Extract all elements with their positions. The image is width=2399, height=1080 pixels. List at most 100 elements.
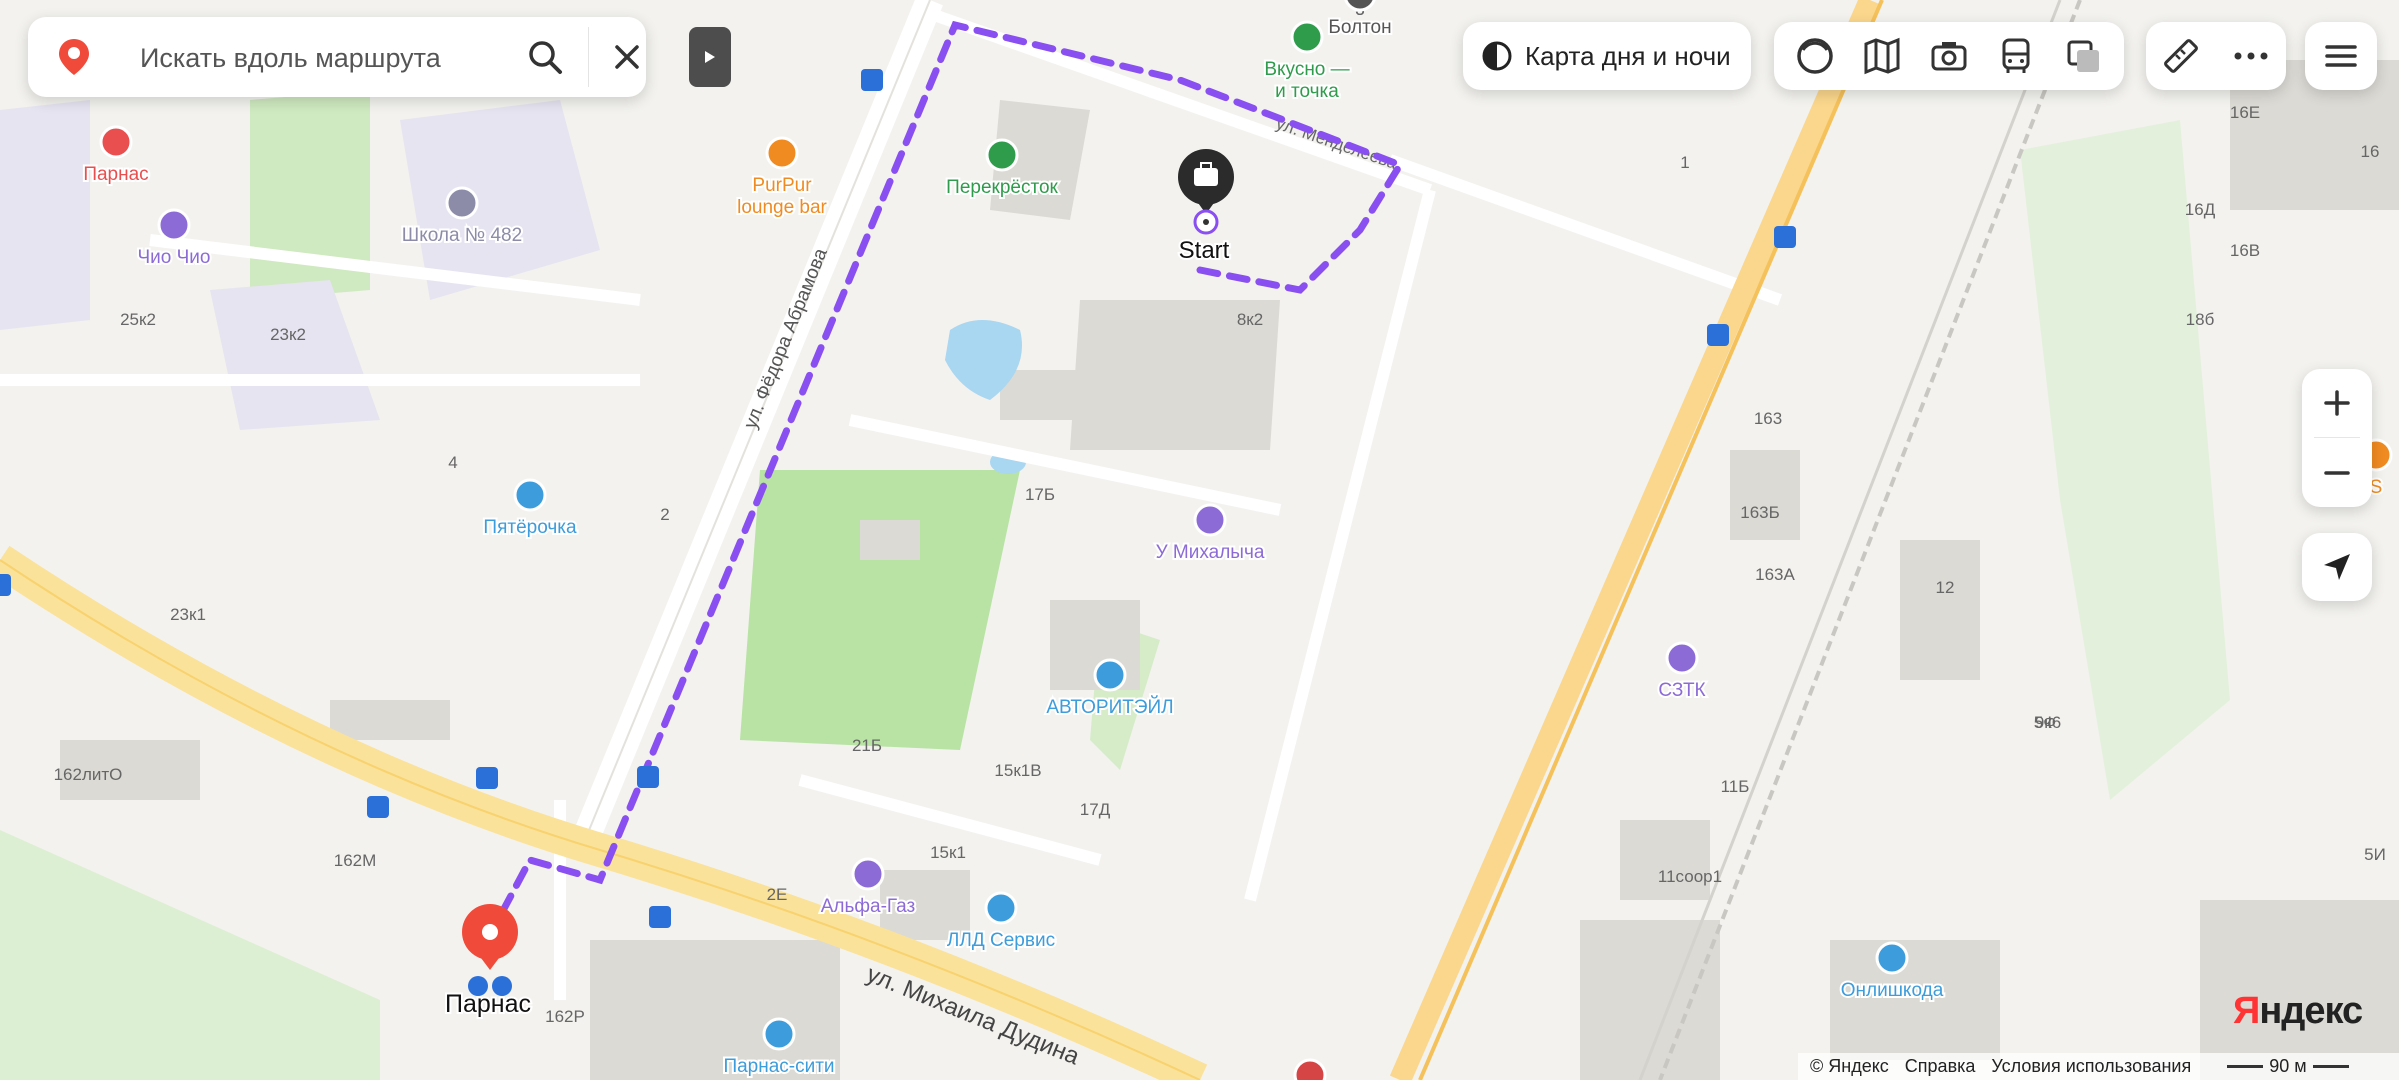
traffic-button[interactable] (1854, 28, 1910, 84)
panorama-button[interactable] (1787, 28, 1843, 84)
poi-label: Альфа-Газ (821, 896, 915, 917)
panorama-icon (1797, 38, 1834, 74)
poi-label: Болтон (1328, 17, 1391, 38)
more-icon (2234, 52, 2268, 60)
zoom-in-button[interactable] (2302, 369, 2372, 437)
minus-icon (2324, 471, 2350, 475)
house-number: 23к1 (170, 605, 206, 624)
house-number: 21Б (852, 736, 882, 755)
bus-stop-icon[interactable] (1774, 226, 1796, 248)
house-number: 163А (1755, 565, 1795, 584)
contrast-icon (1482, 41, 1512, 71)
poi-label: СЗТК (1658, 680, 1705, 701)
toggle-panel-button[interactable] (689, 27, 731, 87)
terms-link[interactable]: Условия использования (1991, 1056, 2191, 1077)
day-night-label: Карта дня и ночи (1525, 40, 1731, 71)
transit-button[interactable] (1988, 28, 2044, 84)
poi-label: Школа № 482 (402, 225, 522, 246)
zoom-out-button[interactable] (2302, 439, 2372, 507)
bus-stop-icon[interactable] (637, 766, 659, 788)
house-number: 16Д (2185, 200, 2216, 219)
end-label: Парнас (445, 990, 531, 1018)
house-number: 2 (660, 505, 669, 524)
poi-label: ЛЛД Сервис (947, 930, 1055, 951)
route-search-input[interactable] (138, 35, 502, 81)
house-number: 5И (2364, 845, 2386, 864)
house-number: 12 (1936, 578, 1955, 597)
poi-label: Перекрёсток (946, 177, 1058, 198)
yandex-logo[interactable]: Яндекс (2233, 990, 2363, 1033)
bus-stop-icon[interactable] (367, 796, 389, 818)
copyright-link[interactable]: © Яндекс (1810, 1056, 1889, 1077)
house-number: 25к2 (120, 310, 156, 329)
house-number: 2Е (767, 885, 788, 904)
start-label: Start (1179, 237, 1230, 264)
camera-button[interactable] (1921, 28, 1977, 84)
traffic-icon (1864, 37, 1900, 75)
poi-label: У Михалыча (1156, 542, 1265, 563)
map-canvas[interactable]: ул. Фёдора Абрамова ул. Михаила Дудина у… (0, 0, 2399, 1080)
poi-label: Вкусно — (1264, 59, 1349, 80)
poi-label: Онлишкода (1841, 980, 1944, 1001)
house-number: 11соор1 (1658, 867, 1722, 886)
clear-button[interactable] (600, 31, 654, 83)
plus-icon (2324, 390, 2350, 416)
my-location-button[interactable] (2302, 533, 2372, 601)
layers-button[interactable] (2055, 28, 2111, 84)
poi-label: АВТОРИТЭЙЛ (1046, 696, 1173, 718)
poi-label: Пятёрочка (483, 517, 577, 538)
house-number: 15к1В (994, 761, 1041, 780)
search-icon (529, 41, 562, 74)
map-scale: 90 м (2227, 1056, 2349, 1077)
poi-label: Парнас-сити (723, 1056, 834, 1077)
bus-stop-icon[interactable] (476, 767, 498, 789)
house-number: 16В (2230, 241, 2260, 260)
house-number: 163Б (1740, 503, 1780, 522)
bus-stop-icon[interactable] (1707, 324, 1729, 346)
house-number: 1 (1680, 153, 1689, 172)
ruler-button[interactable] (2153, 28, 2209, 84)
location-pin-icon (59, 39, 89, 75)
scale-label: 90 м (2269, 1056, 2307, 1076)
bus-stop-icon[interactable] (649, 906, 671, 928)
route-search-box (28, 17, 646, 97)
more-button[interactable] (2223, 28, 2279, 84)
play-icon (705, 51, 715, 63)
house-number: 8к2 (1237, 310, 1263, 329)
camera-icon (1931, 42, 1967, 71)
house-number: 162М (334, 851, 377, 870)
house-number: 18б (2186, 310, 2215, 329)
poi-label: lounge bar (737, 197, 827, 218)
poi-label: и точка (1275, 81, 1339, 102)
search-button[interactable] (518, 31, 572, 83)
house-number: 15к1 (930, 843, 966, 862)
ruler-icon (2164, 39, 2198, 73)
poi-label: Парнас (83, 164, 148, 185)
menu-button[interactable] (2305, 22, 2377, 90)
close-icon (615, 45, 639, 69)
divider (2314, 437, 2360, 438)
house-number: 23к2 (270, 325, 306, 344)
bus-stop-icon[interactable] (861, 69, 883, 91)
bus-stop-icon[interactable] (0, 574, 11, 596)
layers-icon (2067, 40, 2099, 72)
help-link[interactable]: Справка (1905, 1056, 1976, 1077)
zoom-control (2302, 369, 2372, 507)
house-number: 163 (1754, 409, 1782, 428)
poi-label: PurPur (752, 175, 812, 196)
house-number: 17Д (1080, 800, 1111, 819)
house-number: 4 (448, 453, 457, 472)
poi-label: Чио Чио (138, 247, 211, 268)
house-number: 5Ф (2034, 713, 2056, 732)
house-number: 162литО (54, 765, 123, 784)
house-number: 16 (2361, 142, 2380, 161)
house-number: 11Б (1721, 777, 1750, 796)
house-number: 17Б (1025, 485, 1055, 504)
layers-toolbar (1774, 22, 2124, 90)
day-night-button[interactable]: Карта дня и ночи (1463, 22, 1751, 90)
tools-toolbar (2146, 22, 2286, 90)
transit-icon (2002, 38, 2030, 73)
map-footer: © Яндекс Справка Условия использования 9… (1798, 1053, 2399, 1080)
divider (588, 27, 589, 87)
navigation-arrow-icon (2324, 554, 2350, 580)
